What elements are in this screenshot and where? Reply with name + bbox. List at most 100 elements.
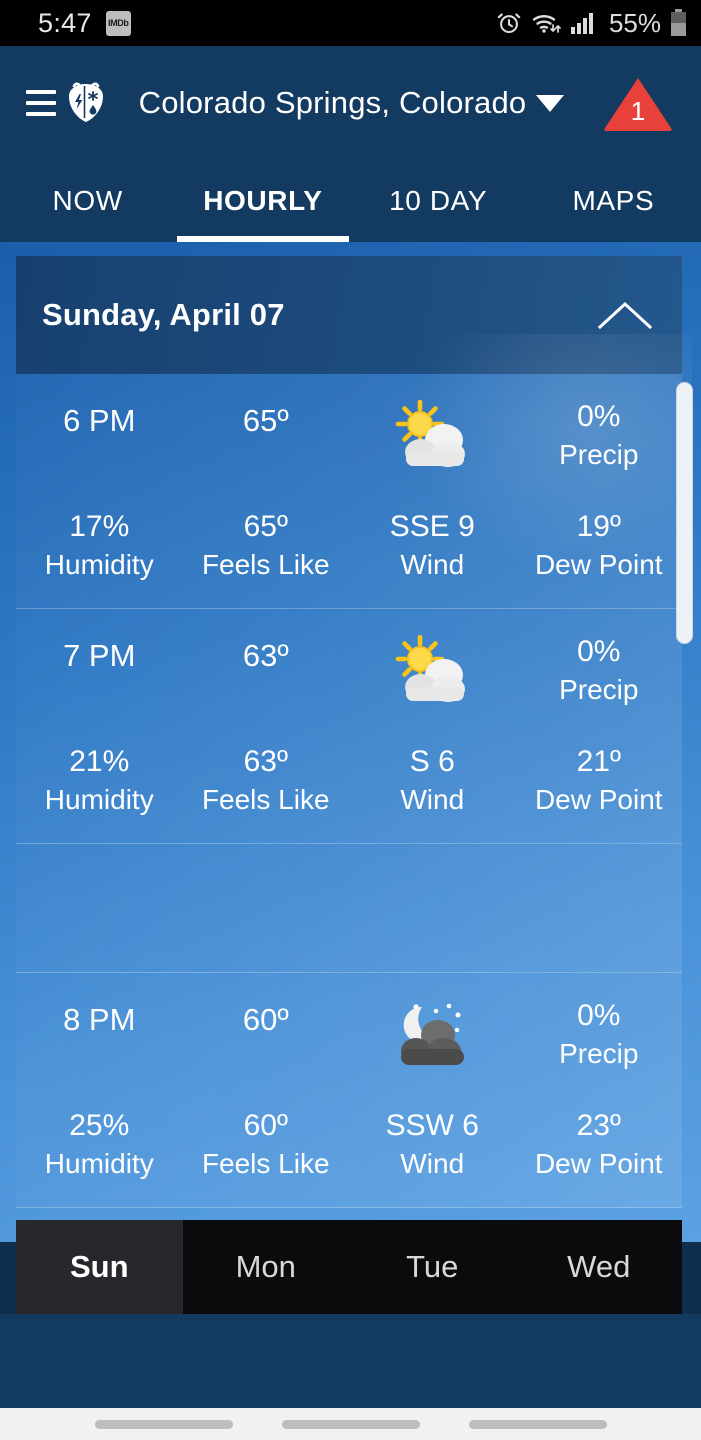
weatherbug-logo-icon: [60, 77, 112, 129]
hour-feels-like: 60º Feels Like: [183, 1107, 350, 1183]
day-section-header[interactable]: Sunday, April 07: [16, 256, 682, 374]
chevron-down-icon: [536, 94, 565, 112]
feels-like-value: 63º: [243, 745, 288, 778]
hour-temperature: 65º: [242, 403, 289, 438]
hour-time: 6 PM: [63, 403, 136, 438]
dew-point-value: 19º: [576, 510, 621, 543]
hour-precip: 0% Precip: [516, 633, 683, 709]
humidity-value: 25%: [69, 1109, 130, 1142]
hamburger-line: [26, 112, 56, 116]
hour-precip: 0% Precip: [516, 997, 683, 1073]
main-tab-bar: NOW HOURLY 10 DAY MAPS: [0, 160, 701, 242]
battery-percent-label: 55%: [608, 7, 661, 38]
bottom-background-fill: [0, 1314, 701, 1408]
day-selector-bar: Sun Mon Tue Wed: [16, 1220, 682, 1314]
precip-value: 0%: [577, 400, 621, 433]
humidity-label: Humidity: [44, 549, 154, 580]
feels-like-label: Feels Like: [201, 784, 330, 815]
imdb-notification-icon: IMDb: [105, 10, 131, 36]
humidity-value: 17%: [69, 510, 130, 543]
chevron-up-icon[interactable]: [594, 295, 656, 335]
location-selector[interactable]: Colorado Springs, Colorado: [102, 85, 601, 121]
vertical-scrollbar-thumb[interactable]: [676, 382, 693, 644]
hourly-row-primary: 7 PM 63º 0% Precip: [16, 633, 682, 743]
precip-label: Precip: [559, 1038, 639, 1069]
sun-behind-cloud-icon: [349, 398, 516, 478]
day-tab-mon[interactable]: Mon: [183, 1220, 350, 1314]
precip-label: Precip: [559, 674, 639, 705]
nav-home-indicator[interactable]: [281, 1419, 420, 1429]
nav-recents-indicator[interactable]: [468, 1419, 607, 1429]
wind-value: SSE 9: [389, 510, 475, 543]
weather-alert-badge[interactable]: 1: [601, 72, 675, 134]
hour-time: 8 PM: [63, 1002, 136, 1037]
wifi-icon: [532, 15, 561, 33]
precip-label: Precip: [559, 439, 639, 470]
location-name: Colorado Springs, Colorado: [138, 85, 527, 120]
hour-feels-like: 65º Feels Like: [183, 508, 350, 584]
hourly-row[interactable]: 6 PM 65º 0% Precip 17% Humidity 65º Feel…: [16, 334, 692, 609]
hour-wind: SSW 6 Wind: [349, 1107, 516, 1183]
nav-back-indicator[interactable]: [94, 1419, 233, 1429]
day-tab-tue[interactable]: Tue: [349, 1220, 516, 1314]
system-navigation-bar: [0, 1408, 701, 1440]
status-bar: 5:47 IMDb 55%: [0, 0, 701, 46]
alarm-clock-icon: [497, 13, 521, 34]
hourly-row-placeholder: [16, 844, 682, 973]
hamburger-line: [26, 101, 56, 105]
hour-feels-like: 63º Feels Like: [183, 743, 350, 819]
hour-time: 7 PM: [63, 638, 136, 673]
wind-label: Wind: [400, 1148, 465, 1179]
feels-like-label: Feels Like: [201, 549, 330, 580]
battery-icon: [671, 9, 686, 36]
hour-dew-point: 19º Dew Point: [516, 508, 683, 584]
day-tab-sun[interactable]: Sun: [16, 1220, 183, 1314]
dew-point-value: 21º: [576, 745, 621, 778]
hourly-row[interactable]: 8 PM 60º 0% Precip 25% Humidity 60º Feel…: [16, 973, 682, 1208]
hourly-row-details: 25% Humidity 60º Feels Like SSW 6 Wind 2…: [16, 1107, 682, 1202]
humidity-label: Humidity: [44, 1148, 154, 1179]
hamburger-menu-icon[interactable]: [26, 90, 56, 116]
precip-value: 0%: [577, 635, 621, 668]
hour-humidity: 21% Humidity: [16, 743, 183, 819]
moon-behind-cloud-icon: [349, 997, 516, 1077]
dew-point-label: Dew Point: [534, 549, 663, 580]
hourly-forecast-panel: Sunday, April 07 6 PM 65º 0% Precip 17% …: [0, 242, 701, 1242]
status-bar-clock: 5:47: [38, 7, 92, 38]
tab-10-day[interactable]: 10 DAY: [351, 160, 526, 242]
tab-hourly[interactable]: HOURLY: [175, 160, 350, 242]
sun-behind-cloud-icon: [349, 633, 516, 713]
status-bar-indicators: 55%: [496, 8, 687, 39]
tab-maps[interactable]: MAPS: [526, 160, 701, 242]
feels-like-label: Feels Like: [201, 1148, 330, 1179]
hour-wind: SSE 9 Wind: [349, 508, 516, 584]
hourly-row[interactable]: 7 PM 63º 0% Precip 21% Humidity 63º Feel…: [16, 609, 682, 844]
hour-dew-point: 21º Dew Point: [516, 743, 683, 819]
precip-value: 0%: [577, 999, 621, 1032]
dew-point-label: Dew Point: [534, 1148, 663, 1179]
app-header: Colorado Springs, Colorado 1: [0, 46, 701, 160]
hourly-row-primary: 8 PM 60º 0% Precip: [16, 997, 682, 1107]
cell-signal-icon: [570, 13, 593, 34]
dew-point-value: 23º: [576, 1109, 621, 1142]
day-tab-wed[interactable]: Wed: [516, 1220, 683, 1314]
wind-value: SSW 6: [385, 1109, 479, 1142]
wind-value: S 6: [409, 745, 455, 778]
alert-count: 1: [630, 95, 646, 126]
hour-temperature: 60º: [242, 1002, 289, 1037]
hour-precip: 0% Precip: [516, 398, 683, 474]
hour-dew-point: 23º Dew Point: [516, 1107, 683, 1183]
hourly-row-details: 21% Humidity 63º Feels Like S 6 Wind 21º…: [16, 743, 682, 838]
hour-humidity: 25% Humidity: [16, 1107, 183, 1183]
humidity-value: 21%: [69, 745, 130, 778]
hour-temperature: 63º: [242, 638, 289, 673]
wind-label: Wind: [400, 784, 465, 815]
hamburger-line: [26, 90, 56, 94]
day-section-title: Sunday, April 07: [42, 297, 285, 332]
hour-wind: S 6 Wind: [349, 743, 516, 819]
hour-humidity: 17% Humidity: [16, 508, 183, 584]
phone-screen: 5:47 IMDb 55% Colorado Springs, Colorado…: [0, 0, 701, 1440]
tab-now[interactable]: NOW: [0, 160, 175, 242]
feels-like-value: 65º: [243, 510, 288, 543]
hourly-row-primary: 6 PM 65º 0% Precip: [16, 398, 682, 508]
